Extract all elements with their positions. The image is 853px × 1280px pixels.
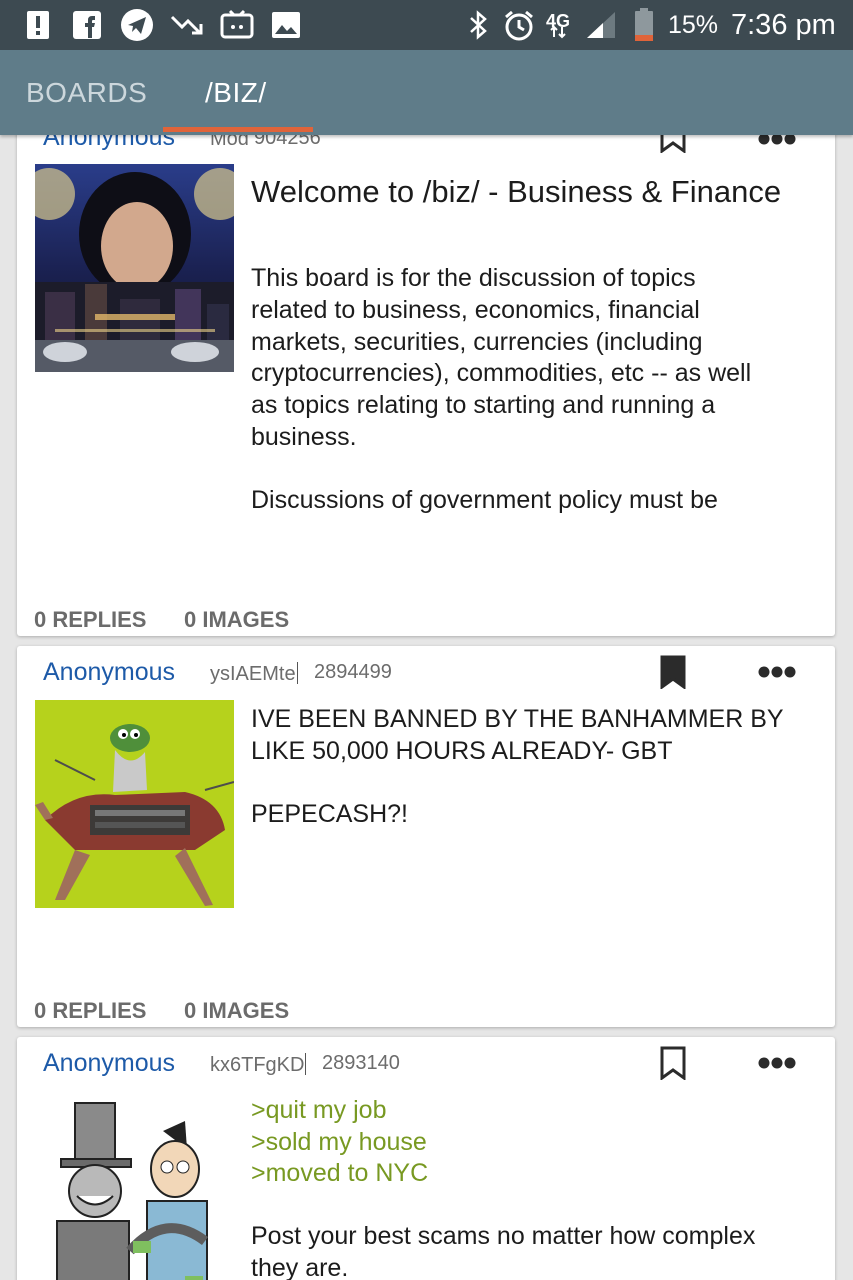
alarm-icon (502, 8, 536, 42)
status-bar: 4G 15% 7:36 pm (0, 0, 853, 50)
thread-feed[interactable]: Anonymous Mod 904256 Welcome to /biz/ - … (0, 0, 853, 1280)
thread-body-line: Discussions of government policy must be (251, 486, 718, 514)
cast-icon (220, 8, 254, 42)
facebook-icon (72, 8, 102, 42)
signal-icon (584, 8, 618, 42)
thread-body-line: business. (251, 423, 357, 451)
bookmark-filled-icon[interactable] (660, 655, 686, 689)
thread-card[interactable]: Anonymous ysIAEMte 2894499 IVE BEEN BANN… (17, 646, 835, 1027)
thread-body-line: as topics relating to starting and runni… (251, 391, 716, 419)
poster-id: ysIAEMte (210, 663, 296, 685)
tab-boards[interactable]: BOARDS (26, 50, 147, 135)
image-icon (270, 8, 302, 42)
app-screen: Anonymous Mod 904256 Welcome to /biz/ - … (0, 0, 853, 1280)
thread-title: Welcome to /biz/ - Business & Finance (251, 174, 782, 209)
reply-count: 0 REPLIES (34, 998, 147, 1023)
battery-icon (632, 8, 656, 42)
bluetooth-icon (466, 8, 490, 42)
id-separator (305, 1053, 306, 1075)
author-name[interactable]: Anonymous (43, 1049, 175, 1078)
thread-body-line: This board is for the discussion of topi… (251, 264, 696, 292)
image-count: 0 IMAGES (184, 998, 290, 1023)
greentext-line: >moved to NYC (251, 1159, 429, 1187)
trending-down-icon (170, 8, 204, 42)
thread-body-line: Post your best scams no matter how compl… (251, 1222, 756, 1250)
thread-thumbnail[interactable] (35, 164, 234, 372)
telegram-icon (120, 8, 154, 42)
thread-body-line: related to business, economics, financia… (251, 296, 700, 324)
id-separator (297, 662, 298, 684)
thread-card[interactable]: Anonymous kx6TFgKD 2893140 >quit my job … (17, 1037, 835, 1280)
reply-count: 0 REPLIES (34, 607, 147, 632)
thread-body-line: IVE BEEN BANNED BY THE BANHAMMER BY (251, 705, 784, 733)
active-tab-indicator (163, 127, 313, 132)
post-number[interactable]: 2894499 (314, 661, 392, 684)
thread-card[interactable]: Anonymous Mod 904256 Welcome to /biz/ - … (17, 105, 835, 636)
thread-body-line: cryptocurrencies), commodities, etc -- a… (251, 359, 752, 387)
thread-body-line: they are. (251, 1254, 349, 1280)
more-options-icon[interactable] (757, 665, 797, 679)
greentext-line: >sold my house (251, 1128, 427, 1156)
post-number[interactable]: 2893140 (322, 1052, 400, 1075)
thread-body-line: PEPECASH?! (251, 800, 409, 828)
thread-body-line: LIKE 50,000 HOURS ALREADY- GBT (251, 737, 673, 765)
clock: 7:36 pm (731, 9, 836, 41)
thread-thumbnail[interactable] (35, 700, 234, 908)
4g-lte-icon (546, 22, 580, 42)
thread-thumbnail[interactable] (35, 1091, 234, 1280)
tab-biz[interactable]: /BIZ/ (205, 50, 267, 135)
image-count: 0 IMAGES (184, 607, 290, 632)
battery-percent: 15% (668, 11, 719, 39)
greentext-line: >quit my job (251, 1096, 387, 1124)
bookmark-outline-icon[interactable] (660, 1046, 686, 1080)
alert-icon (24, 8, 52, 42)
app-toolbar: BOARDS /BIZ/ (0, 50, 853, 135)
thread-body-line: markets, securities, currencies (includi… (251, 328, 703, 356)
more-options-icon[interactable] (757, 1056, 797, 1070)
author-name[interactable]: Anonymous (43, 658, 175, 687)
poster-id: kx6TFgKD (210, 1054, 305, 1076)
